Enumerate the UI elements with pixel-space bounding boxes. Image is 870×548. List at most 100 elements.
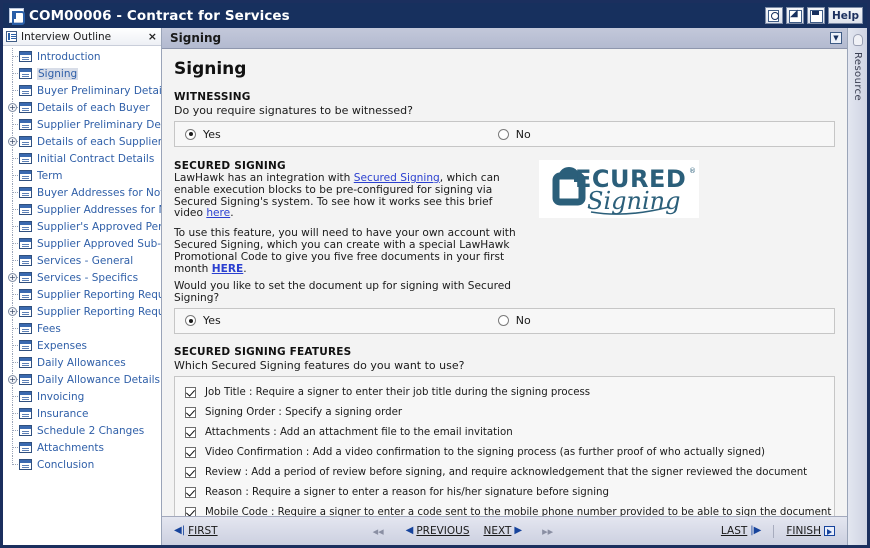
expand-icon[interactable]: + bbox=[8, 137, 17, 146]
fast-forward-arrow-icon[interactable]: ▸▸ bbox=[542, 526, 553, 537]
feature-checkbox-row[interactable]: Attachments : Add an attachment file to … bbox=[175, 423, 834, 443]
tree-tick bbox=[13, 362, 18, 363]
sidebar-item-expenses[interactable]: Expenses bbox=[3, 337, 161, 354]
sidebar-item-supplier-preliminary-detai[interactable]: Supplier Preliminary Detai bbox=[3, 116, 161, 133]
lightbulb-icon bbox=[852, 34, 863, 46]
feature-label: Job Title : Require a signer to enter th… bbox=[205, 387, 591, 399]
resource-rail[interactable]: Resource bbox=[847, 28, 867, 545]
sidebar-item-supplier-addresses-for-no[interactable]: Supplier Addresses for No bbox=[3, 201, 161, 218]
witnessing-option-yes[interactable]: Yes bbox=[185, 128, 221, 141]
sidebar-item-label: Details of each Buyer bbox=[37, 101, 150, 114]
sidebar-item-insurance[interactable]: Insurance bbox=[3, 405, 161, 422]
sidebar-item-details-of-each-supplier[interactable]: + Details of each Supplier bbox=[3, 133, 161, 150]
sidebar-item-daily-allowances[interactable]: Daily Allowances bbox=[3, 354, 161, 371]
sidebar-item-label: Fees bbox=[37, 322, 61, 335]
radio-icon[interactable] bbox=[185, 315, 196, 327]
checkbox-checked-icon[interactable] bbox=[185, 487, 196, 499]
sidebar-item-buyer-addresses-for-notic[interactable]: Buyer Addresses for Notic bbox=[3, 184, 161, 201]
checkbox-checked-icon[interactable] bbox=[185, 447, 196, 459]
tree-tick bbox=[13, 175, 18, 176]
secured-signing-option-no[interactable]: No bbox=[497, 314, 531, 327]
tree-tick bbox=[13, 396, 18, 397]
expand-icon[interactable]: + bbox=[8, 103, 17, 112]
nav-next-button[interactable]: NEXT ▶ bbox=[483, 525, 522, 537]
checkbox-checked-icon[interactable] bbox=[185, 407, 196, 419]
nav-previous-button[interactable]: ◀ PREVIOUS bbox=[406, 525, 470, 537]
outline-tree[interactable]: Introduction Signing Buyer Preliminary Det… bbox=[3, 46, 161, 545]
sidebar-item-label: Supplier's Approved Perso bbox=[37, 220, 161, 233]
preview-icon[interactable] bbox=[764, 7, 783, 24]
nav-finish-label: FINISH bbox=[786, 525, 821, 537]
sidebar-item-supplier-approved-sub-co[interactable]: Supplier Approved Sub-Co bbox=[3, 235, 161, 252]
secured-signing-logo-svg: ECURED ® Signing bbox=[552, 165, 696, 215]
feature-checkbox-row[interactable]: Signing Order : Specify a signing order bbox=[175, 403, 834, 423]
sidebar-item-label: Supplier Addresses for No bbox=[37, 203, 161, 216]
sidebar-item-details-of-each-buyer[interactable]: + Details of each Buyer bbox=[3, 99, 161, 116]
page-title: Signing bbox=[174, 59, 247, 79]
radio-icon[interactable] bbox=[497, 128, 509, 140]
sidebar-item-initial-contract-details[interactable]: Initial Contract Details bbox=[3, 150, 161, 167]
expand-icon[interactable]: + bbox=[8, 273, 17, 282]
witnessing-choice-group[interactable]: Yes No bbox=[174, 121, 835, 147]
sidebar-item-daily-allowance-details[interactable]: + Daily Allowance Details bbox=[3, 371, 161, 388]
sidebar-item-label: Signing bbox=[37, 67, 79, 80]
radio-icon[interactable] bbox=[185, 128, 196, 140]
finish-icon bbox=[824, 526, 835, 536]
radio-icon[interactable] bbox=[497, 315, 509, 327]
secured-signing-option-yes[interactable]: Yes bbox=[185, 314, 221, 327]
nav-last-button[interactable]: LAST |▶ bbox=[721, 525, 761, 537]
sidebar-item-introduction[interactable]: Introduction bbox=[3, 48, 161, 65]
expand-icon[interactable]: + bbox=[8, 307, 17, 316]
witnessing-option-no-label: No bbox=[515, 127, 531, 141]
tree-tick bbox=[13, 328, 18, 329]
sidebar-item-conclusion[interactable]: Conclusion bbox=[3, 456, 161, 473]
sidebar-item-label: Daily Allowances bbox=[37, 356, 126, 369]
here-video-link[interactable]: here bbox=[206, 207, 230, 219]
chevron-down-icon[interactable]: ▼ bbox=[830, 32, 842, 44]
sidebar-item-signing[interactable]: Signing bbox=[3, 65, 161, 82]
checkbox-checked-icon[interactable] bbox=[185, 427, 196, 439]
page-icon bbox=[19, 153, 32, 164]
sidebar-item-supplier-s-approved-perso[interactable]: Supplier's Approved Perso bbox=[3, 218, 161, 235]
sidebar-item-label: Daily Allowance Details bbox=[37, 373, 160, 386]
close-icon[interactable]: × bbox=[144, 31, 157, 42]
save-icon[interactable] bbox=[806, 7, 825, 24]
sidebar-item-services-general[interactable]: Services - General bbox=[3, 252, 161, 269]
feature-checkbox-row[interactable]: Job Title : Require a signer to enter th… bbox=[175, 383, 834, 403]
feature-label: Signing Order : Specify a signing order bbox=[205, 407, 403, 419]
tree-tick bbox=[13, 447, 18, 448]
rewind-arrow-icon[interactable]: ◂◂ bbox=[373, 526, 384, 537]
nav-first-button[interactable]: ◀| FIRST bbox=[174, 525, 218, 537]
sidebar-item-schedule-2-changes[interactable]: Schedule 2 Changes bbox=[3, 422, 161, 439]
statistics-icon[interactable] bbox=[785, 7, 804, 24]
checkbox-checked-icon[interactable] bbox=[185, 387, 196, 399]
checkbox-checked-icon[interactable] bbox=[185, 467, 196, 479]
expand-icon[interactable]: + bbox=[8, 375, 17, 384]
feature-checkbox-row[interactable]: Video Confirmation : Add a video confirm… bbox=[175, 443, 834, 463]
features-checkbox-group[interactable]: Job Title : Require a signer to enter th… bbox=[174, 375, 835, 516]
sidebar-item-buyer-preliminary-details[interactable]: Buyer Preliminary Details bbox=[3, 82, 161, 99]
feature-checkbox-row[interactable]: Review : Add a period of review before s… bbox=[175, 463, 834, 483]
witnessing-option-no[interactable]: No bbox=[497, 127, 531, 141]
sidebar-item-invoicing[interactable]: Invoicing bbox=[3, 388, 161, 405]
secured-signing-link[interactable]: Secured Signing bbox=[354, 172, 440, 184]
here-promo-link[interactable]: HERE bbox=[212, 263, 244, 275]
sidebar-item-supplier-reporting-requir[interactable]: Supplier Reporting Requir bbox=[3, 286, 161, 303]
sidebar-item-attachments[interactable]: Attachments bbox=[3, 439, 161, 456]
page-stack-icon bbox=[19, 373, 34, 385]
ss-p2-b: . bbox=[243, 262, 247, 275]
feature-checkbox-row[interactable]: Mobile Code : Require a signer to enter … bbox=[175, 503, 834, 516]
witnessing-question: Do you require signatures to be witnesse… bbox=[174, 104, 413, 117]
sidebar-item-supplier-reporting-requir[interactable]: + Supplier Reporting Requir bbox=[3, 303, 161, 320]
ss-p1-a: LawHawk has an integration with bbox=[174, 172, 354, 184]
page-icon bbox=[19, 255, 32, 266]
sidebar-item-term[interactable]: Term bbox=[3, 167, 161, 184]
sidebar-item-label: Supplier Approved Sub-Co bbox=[37, 237, 161, 250]
help-button[interactable]: Help bbox=[827, 7, 863, 24]
sidebar-item-fees[interactable]: Fees bbox=[3, 320, 161, 337]
sidebar-item-services-specifics[interactable]: + Services - Specifics bbox=[3, 269, 161, 286]
secured-signing-choice-group[interactable]: Yes No bbox=[174, 307, 835, 334]
checkbox-checked-icon[interactable] bbox=[185, 507, 196, 516]
nav-finish-button[interactable]: FINISH bbox=[786, 525, 835, 537]
feature-checkbox-row[interactable]: Reason : Require a signer to enter a rea… bbox=[175, 483, 834, 503]
